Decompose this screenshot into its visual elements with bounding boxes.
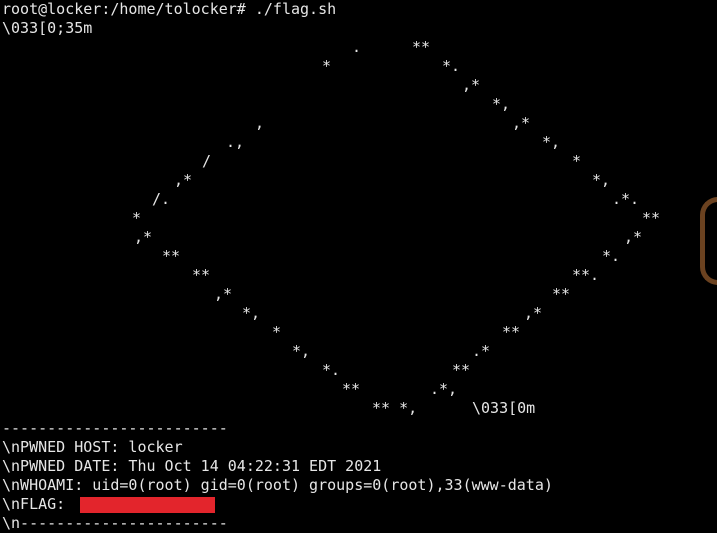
divider-top: ------------------------- xyxy=(2,419,228,437)
art-segment: *, xyxy=(592,171,611,189)
flag-redaction-bar xyxy=(80,497,215,513)
divider-bottom: \n----------------------- xyxy=(2,514,228,532)
art-segment: / xyxy=(202,152,212,170)
art-segment: , xyxy=(255,114,265,132)
art-segment: *. xyxy=(322,361,341,379)
art-segment: .*. xyxy=(612,190,640,208)
window-edge-shape xyxy=(700,197,717,285)
art-segment: .*, xyxy=(430,380,458,398)
art-segment: *, xyxy=(242,304,261,322)
art-segment: ,* xyxy=(512,114,531,132)
art-star-top-right: ** xyxy=(412,38,431,56)
art-dot-top: . xyxy=(352,38,362,56)
escape-start-text: \033[0;35m xyxy=(2,19,93,37)
art-segment: *, xyxy=(292,342,311,360)
art-segment: * xyxy=(272,323,282,341)
art-segment: ** xyxy=(192,266,211,284)
art-segment: ** xyxy=(502,323,521,341)
art-segment: **. xyxy=(572,266,600,284)
flag-label-line: \nFLAG: xyxy=(2,495,75,513)
art-segment: ,* xyxy=(524,304,543,322)
art-segment: ** xyxy=(552,285,571,303)
art-segment: ** xyxy=(642,209,661,227)
art-segment: ,* xyxy=(174,171,193,189)
pwned-date-line: \nPWNED DATE: Thu Oct 14 04:22:31 EDT 20… xyxy=(2,457,382,475)
art-segment: ., xyxy=(226,133,245,151)
art-segment: .* xyxy=(472,342,491,360)
art-bottom: ** *, xyxy=(372,399,418,417)
art-star-top-left: * xyxy=(322,57,332,75)
terminal-window[interactable]: root@locker:/home/tolocker# ./flag.sh \0… xyxy=(0,0,717,533)
art-segment: *, xyxy=(492,95,511,113)
art-segment: ** xyxy=(162,247,181,265)
art-segment: ,* xyxy=(624,228,643,246)
art-segment: /. xyxy=(152,190,171,208)
art-segment: ,* xyxy=(214,285,233,303)
art-segment: *. xyxy=(602,247,621,265)
prompt-line: root@locker:/home/tolocker# ./flag.sh xyxy=(2,0,337,18)
art-segment: ,* xyxy=(462,76,481,94)
art-segment: ,* xyxy=(134,228,153,246)
whoami-line: \nWHOAMI: uid=0(root) gid=0(root) groups… xyxy=(2,476,553,494)
pwned-host-line: \nPWNED HOST: locker xyxy=(2,438,183,456)
escape-end-text: \033[0m xyxy=(472,399,536,417)
art-segment: *, xyxy=(542,133,561,151)
art-segment: * xyxy=(572,152,582,170)
art-segment: ** xyxy=(452,361,471,379)
art-segment: *. xyxy=(442,57,461,75)
art-segment: ** xyxy=(342,380,361,398)
art-segment: * xyxy=(132,209,142,227)
